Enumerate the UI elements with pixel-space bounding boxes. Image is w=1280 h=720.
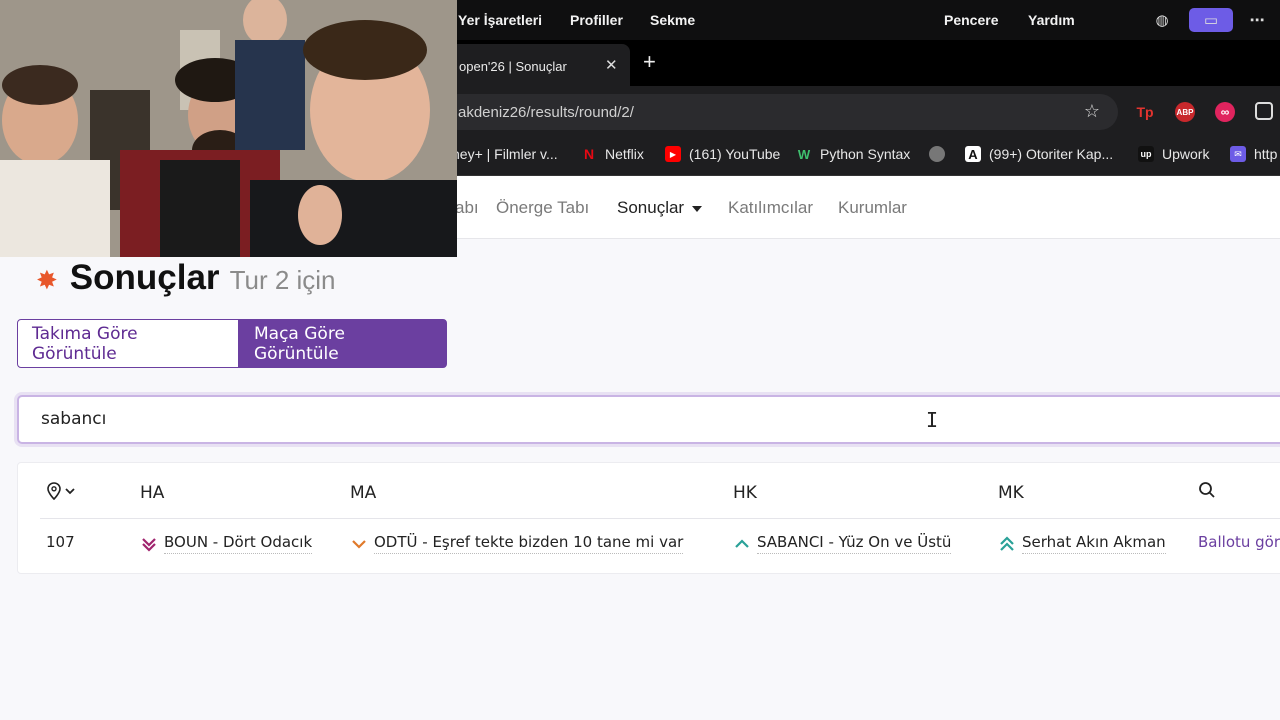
- status-icon[interactable]: ◍: [1151, 9, 1173, 31]
- row-id: 107: [46, 533, 75, 551]
- page-title: Sonuçlar: [69, 258, 220, 297]
- header-ma: MA: [350, 483, 377, 503]
- globe-icon: [929, 146, 945, 162]
- url-text: akdeniz26/results/round/2/: [458, 104, 634, 121]
- page-heading: ✸ Sonuçlar Tur 2 için: [36, 258, 336, 298]
- chevron-up-icon: [735, 538, 749, 548]
- screen-share-icon[interactable]: ▭: [1189, 8, 1233, 32]
- bookmark-youtube[interactable]: ▶ (161) YouTube: [665, 146, 780, 162]
- nav-institutions[interactable]: Kurumlar: [838, 198, 907, 218]
- page-subtitle: Tur 2 için: [229, 265, 336, 295]
- nav-motion-tab[interactable]: Önerge Tabı: [496, 198, 589, 218]
- upwork-icon: up: [1138, 146, 1154, 162]
- view-ballot-link[interactable]: Ballotu gör: [1198, 533, 1280, 551]
- control-center-icon[interactable]: ⋯: [1246, 9, 1268, 31]
- menu-tab[interactable]: Sekme: [650, 12, 695, 28]
- cell-ma[interactable]: ODTÜ - Eşref tekte bizden 10 tane mi var: [350, 533, 684, 554]
- map-pin-icon: [47, 482, 75, 501]
- close-icon[interactable]: ✕: [605, 56, 618, 74]
- extensions-puzzle-icon[interactable]: [1255, 102, 1273, 120]
- nav-participants[interactable]: Katılımcılar: [728, 198, 813, 218]
- cell-hk[interactable]: SABANCI - Yüz On ve Üstü: [733, 533, 952, 554]
- header-mk: MK: [998, 483, 1024, 503]
- search-icon[interactable]: [1198, 481, 1216, 504]
- header-ha: HA: [140, 483, 165, 503]
- header-divider: [40, 518, 1280, 519]
- double-chevron-up-icon: [1000, 535, 1014, 551]
- webcam-overlay: [0, 0, 457, 257]
- page-content: ✸ Sonuçlar Tur 2 için Takıma Göre Görünt…: [0, 240, 1280, 720]
- chevron-down-icon: [352, 539, 366, 549]
- mail-icon: ✉: [1230, 146, 1246, 162]
- search-input[interactable]: [41, 409, 841, 429]
- bookmark-globe[interactable]: [929, 146, 945, 162]
- text-cursor-icon: I: [926, 408, 939, 432]
- bookmark-star-icon[interactable]: ☆: [1084, 101, 1100, 122]
- bookmark-python-syntax[interactable]: W Python Syntax: [796, 146, 910, 162]
- nav-partial-link[interactable]: abı: [455, 198, 479, 218]
- cell-ha[interactable]: BOUN - Dört Odacık: [140, 533, 313, 554]
- bookmark-upwork[interactable]: up Upwork: [1138, 146, 1209, 162]
- bookmark-http[interactable]: ✉ http: [1230, 146, 1277, 162]
- bookmark-otoriter[interactable]: A (99+) Otoriter Kap...: [965, 146, 1113, 162]
- menu-profiles[interactable]: Profiller: [570, 12, 623, 28]
- search-box[interactable]: [17, 395, 1280, 444]
- webcam-people-image: [0, 0, 457, 257]
- address-bar[interactable]: akdeniz26/results/round/2/ ☆: [440, 94, 1118, 130]
- bookmark-netflix[interactable]: N Netflix: [581, 146, 644, 162]
- netflix-icon: N: [583, 146, 595, 162]
- caret-down-icon: [692, 205, 703, 212]
- burst-icon: ✸: [36, 265, 58, 295]
- menu-bookmarks[interactable]: Yer İşaretleri: [458, 12, 542, 28]
- menu-window[interactable]: Pencere: [944, 12, 998, 28]
- venue-sort-header[interactable]: [46, 481, 80, 506]
- extension-tp-icon[interactable]: Tp: [1135, 102, 1155, 122]
- cell-mk[interactable]: Serhat Akın Akman: [998, 533, 1166, 554]
- double-chevron-down-icon: [142, 537, 156, 552]
- youtube-icon: ▶: [665, 146, 681, 162]
- nav-results-dropdown[interactable]: Sonuçlar: [617, 198, 703, 218]
- adblock-icon[interactable]: ABP: [1175, 102, 1195, 122]
- a-icon: A: [965, 146, 981, 162]
- menu-help[interactable]: Yardım: [1028, 12, 1075, 28]
- view-by-match-button[interactable]: Maça Göre Görüntüle: [239, 319, 447, 368]
- results-table: HA MA HK MK 107 BOUN - Dört Odacık ODTÜ …: [17, 462, 1280, 574]
- new-tab-button[interactable]: +: [643, 51, 656, 73]
- tab-title: open'26 | Sonuçlar: [459, 59, 567, 74]
- extension-infinity-icon[interactable]: ∞: [1215, 102, 1235, 122]
- view-toggle-group: Takıma Göre Görüntüle Maça Göre Görüntül…: [17, 319, 447, 368]
- browser-tab[interactable]: open'26 | Sonuçlar ✕: [445, 44, 630, 86]
- view-by-team-button[interactable]: Takıma Göre Görüntüle: [17, 319, 239, 368]
- w-icon: W: [797, 146, 811, 162]
- header-hk: HK: [733, 483, 757, 503]
- bookmark-item[interactable]: ney+ | Filmler v...: [452, 146, 558, 162]
